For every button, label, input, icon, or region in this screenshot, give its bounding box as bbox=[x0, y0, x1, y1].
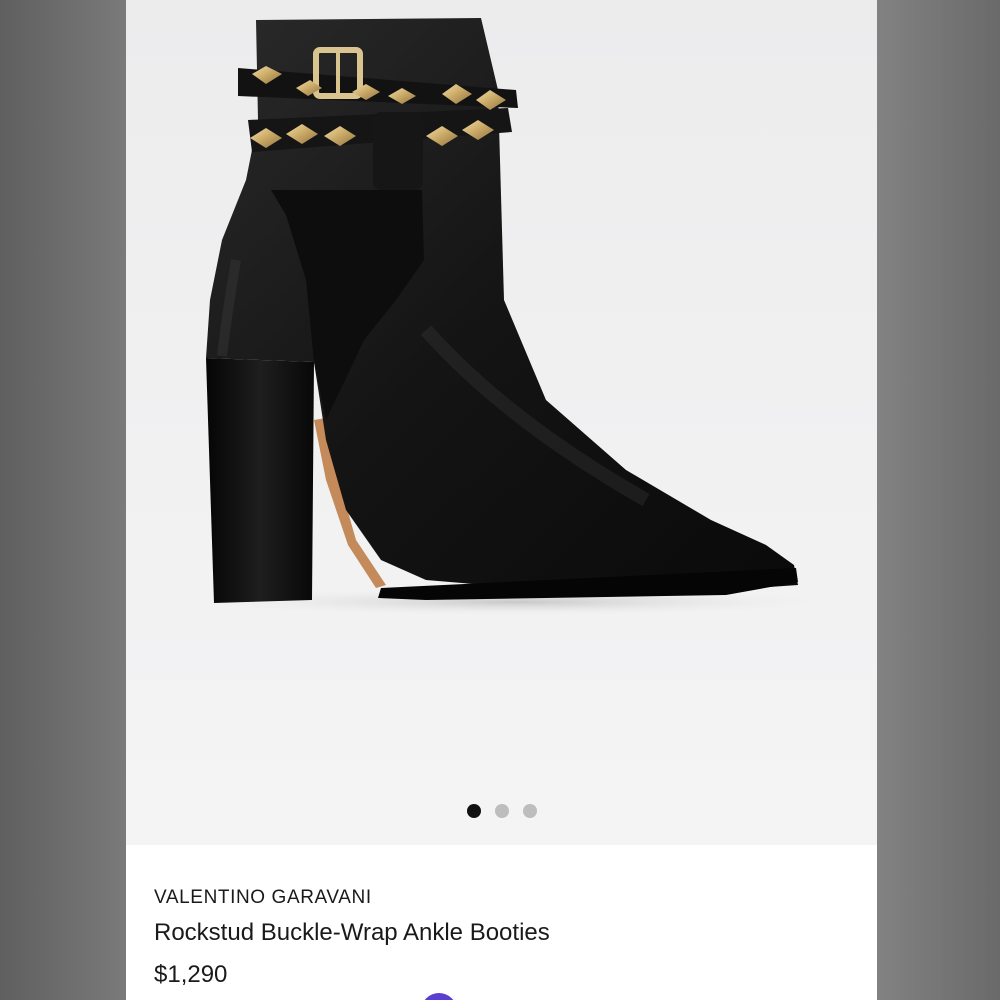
gallery-pagination bbox=[126, 804, 877, 818]
gallery-dot-2[interactable] bbox=[494, 804, 509, 818]
floating-action-button[interactable] bbox=[421, 993, 457, 1000]
product-price: $1,290 bbox=[154, 961, 228, 988]
gallery-dot-3[interactable] bbox=[522, 804, 537, 818]
product-info: VALENTINO GARAVANI Rockstud Buckle-Wrap … bbox=[126, 845, 877, 1000]
right-margin bbox=[877, 0, 1000, 1000]
gallery-dot-1[interactable] bbox=[466, 804, 481, 818]
product-title: Rockstud Buckle-Wrap Ankle Booties bbox=[154, 919, 550, 946]
product-screen: VALENTINO GARAVANI Rockstud Buckle-Wrap … bbox=[126, 0, 877, 1000]
product-image-gallery[interactable] bbox=[126, 0, 877, 845]
brand-name[interactable]: VALENTINO GARAVANI bbox=[154, 887, 372, 909]
left-margin bbox=[0, 0, 126, 1000]
ankle-bootie-image bbox=[186, 18, 846, 616]
